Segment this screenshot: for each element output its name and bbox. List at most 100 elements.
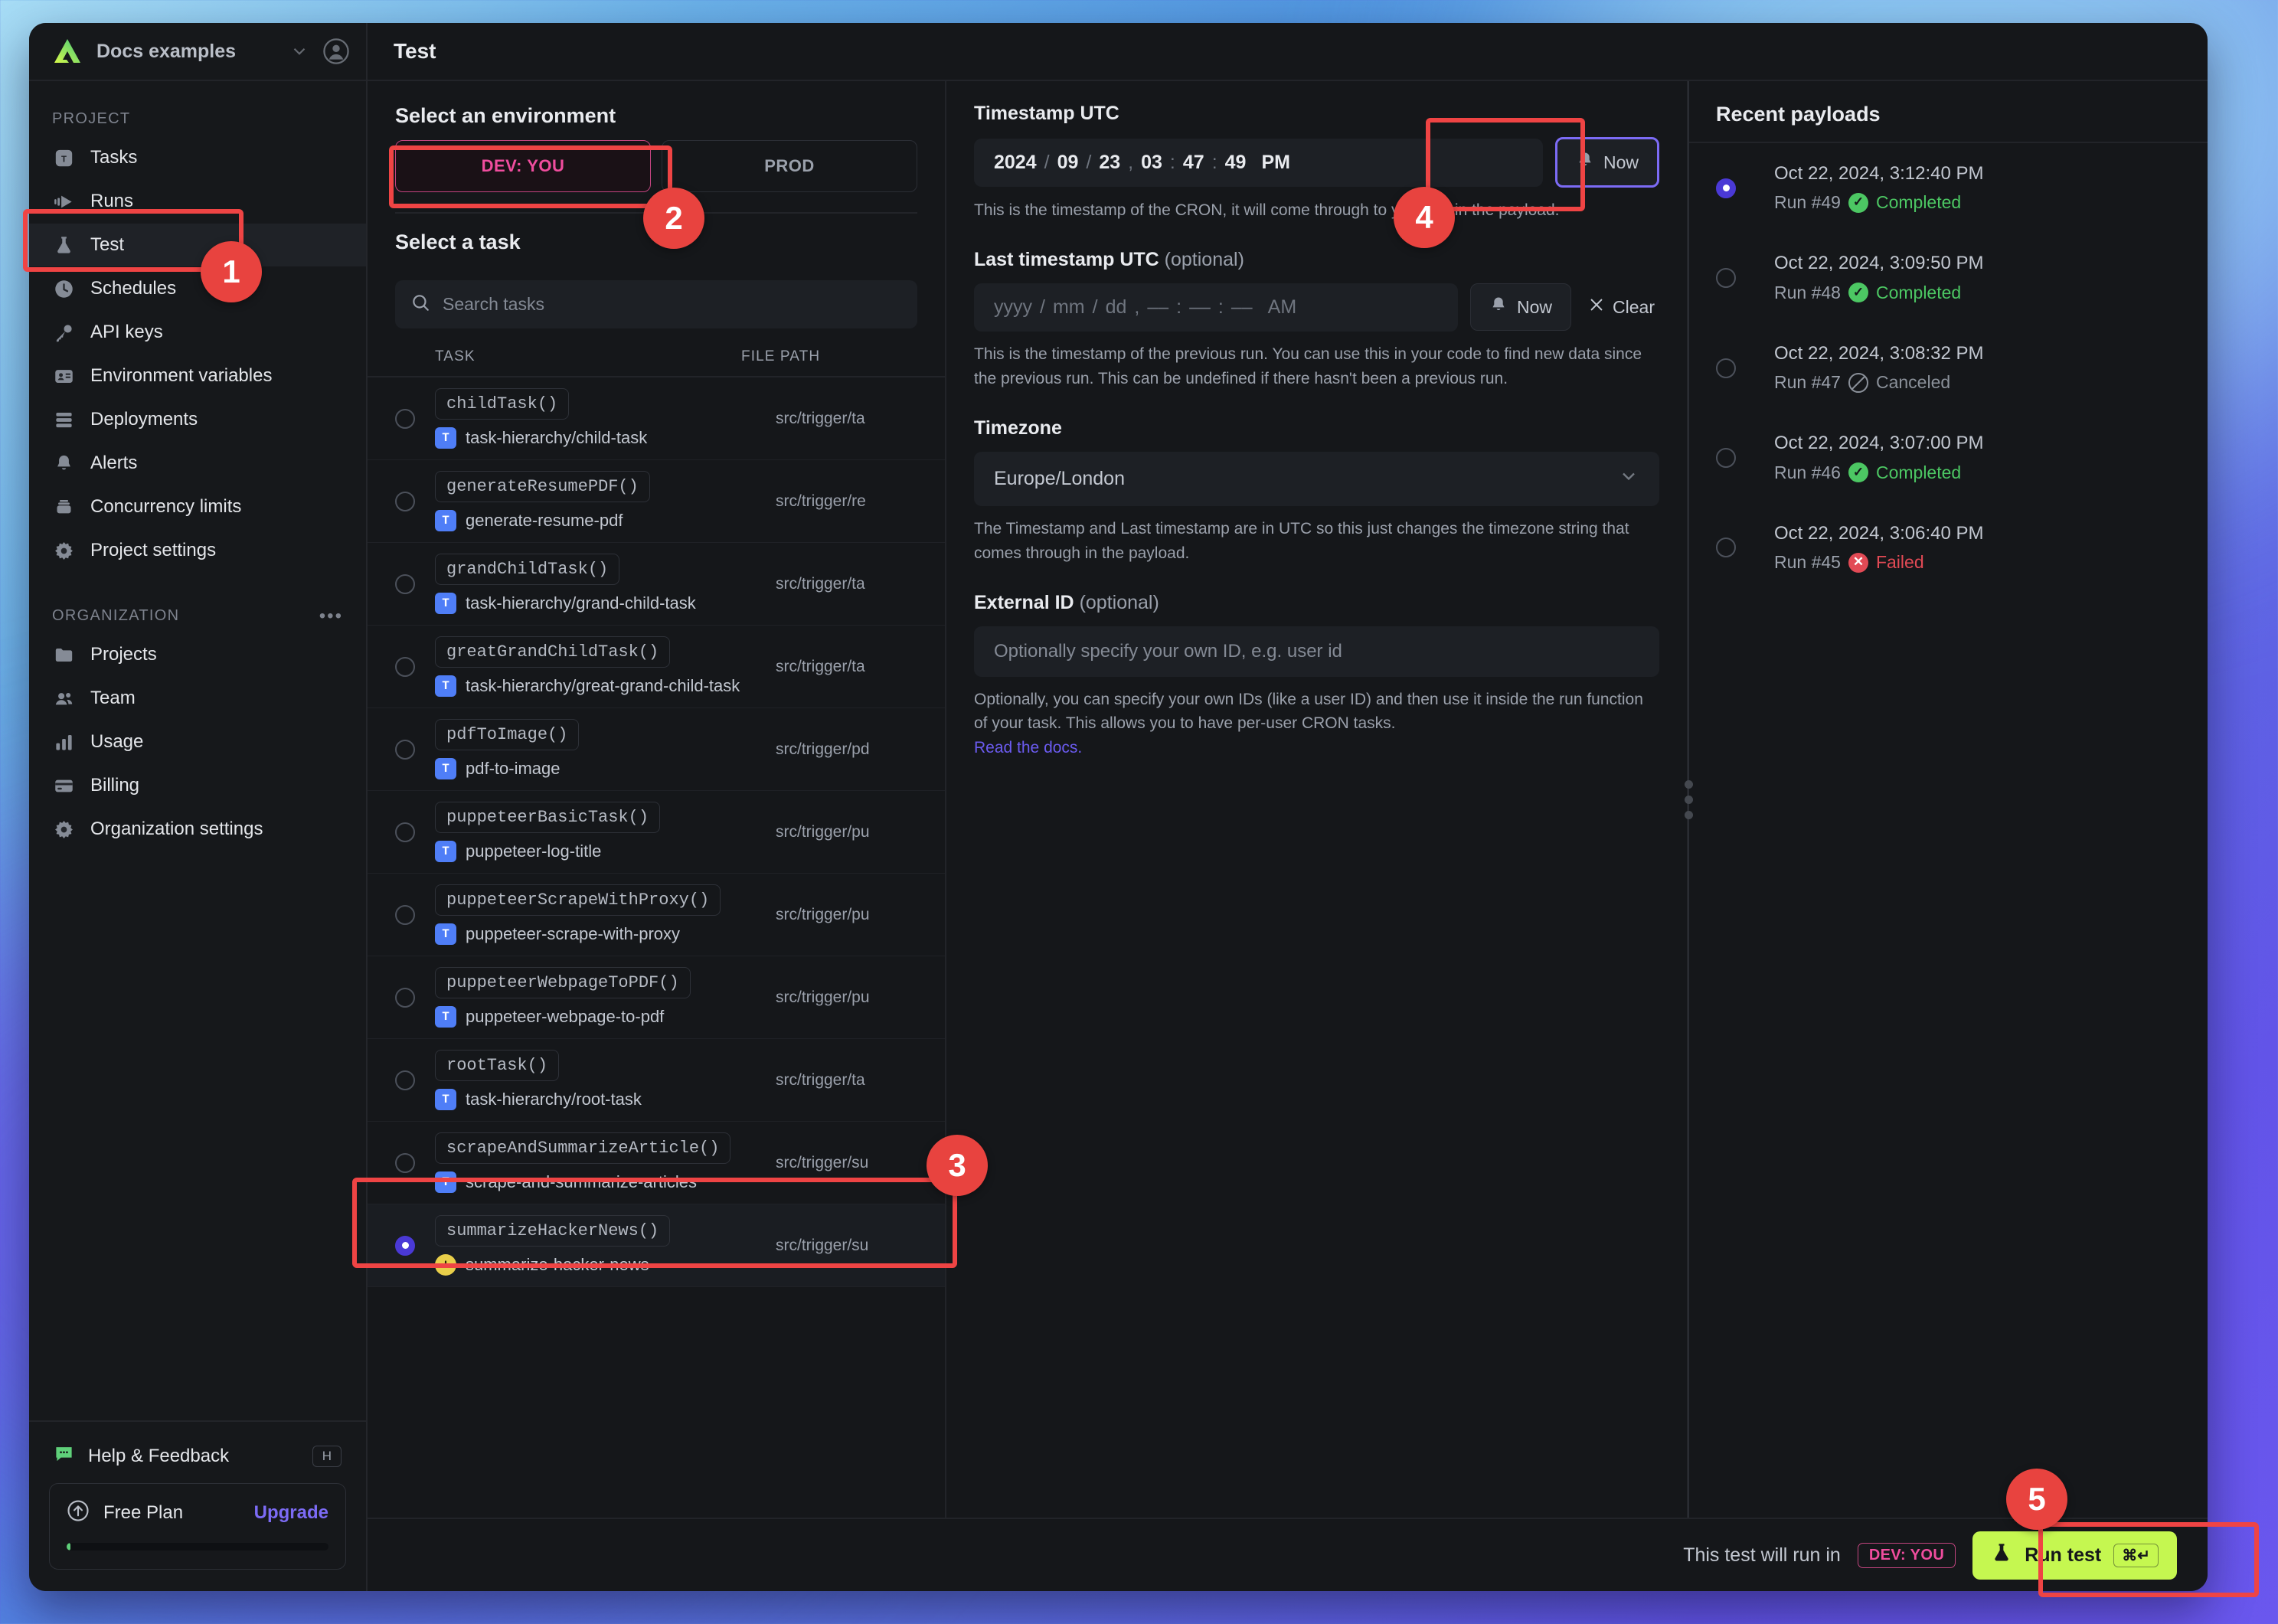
list-item[interactable]: Oct 22, 2024, 3:07:00 PM Run #46 ✓ Compl… [1688,413,2208,502]
timestamp-hour[interactable]: 03 [1141,152,1162,174]
run-test-shortcut: ⌘↵ [2113,1543,2159,1567]
annotation-badge-5: 5 [2006,1469,2067,1530]
list-item[interactable]: Oct 22, 2024, 3:09:50 PM Run #48 ✓ Compl… [1688,233,2208,322]
task-radio[interactable] [395,573,415,594]
last-timestamp-month[interactable]: mm [1053,296,1085,319]
timestamp-month[interactable]: 09 [1057,152,1079,174]
last-timestamp-clear-button[interactable]: Clear [1583,296,1659,318]
task-radio[interactable] [395,904,415,925]
table-row[interactable]: scrapeAndSummarizeArticle() T scrape-and… [368,1122,945,1204]
sidebar-item-projects[interactable]: Projects [29,633,366,676]
timestamp-second[interactable]: 49 [1225,152,1247,174]
last-timestamp-now-button[interactable]: Now [1470,283,1572,332]
search-tasks-box[interactable] [395,280,917,328]
task-radio[interactable] [395,491,415,511]
more-options-icon[interactable]: ••• [319,606,343,625]
sidebar-item-tasks[interactable]: T Tasks [29,136,366,179]
triggerdev-logo-icon [52,38,83,65]
list-item[interactable]: Oct 22, 2024, 3:08:32 PM Run #47 Cancele… [1688,323,2208,413]
table-row[interactable]: puppeteerWebpageToPDF() T puppeteer-webp… [368,956,945,1039]
sidebar-item-api-keys[interactable]: API keys [29,311,366,354]
last-timestamp-hour[interactable]: –– [1147,296,1168,319]
sidebar-item-alerts[interactable]: Alerts [29,442,366,485]
task-function-name: puppeteerBasicTask() [435,802,661,833]
panel-resize-handle[interactable] [1684,81,1693,1518]
sidebar-item-deployments[interactable]: Deployments [29,398,366,441]
task-slug: scrape-and-summarize-articles [466,1172,697,1191]
last-timestamp-minute[interactable]: –– [1189,296,1211,319]
payload-radio[interactable] [1716,358,1736,378]
sidebar-section-project-label: PROJECT [52,110,131,127]
payload-radio[interactable] [1716,268,1736,289]
task-radio[interactable] [395,408,415,429]
upgrade-link[interactable]: Upgrade [254,1502,328,1524]
payload-radio[interactable] [1716,448,1736,469]
sidebar-item-environment-variables[interactable]: Environment variables [29,355,366,397]
task-file-path: src/trigger/ta [776,657,865,675]
env-tab-prod[interactable]: PROD [662,140,917,192]
plan-card[interactable]: Free Plan Upgrade [49,1483,346,1570]
task-function-name: generateResumePDF() [435,471,650,502]
list-item[interactable]: Oct 22, 2024, 3:12:40 PM Run #49 ✓ Compl… [1688,143,2208,233]
task-radio[interactable] [395,1235,415,1256]
task-type-badge-icon: T [435,593,456,614]
list-item[interactable]: Oct 22, 2024, 3:06:40 PM Run #45 ✕ Faile… [1688,503,2208,593]
task-radio[interactable] [395,822,415,842]
sidebar-item-organization-settings[interactable]: Organization settings [29,808,366,851]
run-test-button[interactable]: Run test ⌘↵ [1972,1531,2177,1580]
task-function-name: greatGrandChildTask() [435,636,671,668]
table-row[interactable]: generateResumePDF() T generate-resume-pd… [368,460,945,543]
timestamp-minute[interactable]: 47 [1183,152,1204,174]
task-type-badge-icon: T [435,1089,456,1110]
sidebar-item-project-settings[interactable]: Project settings [29,529,366,572]
timestamp-meridiem[interactable]: PM [1261,152,1290,174]
task-radio[interactable] [395,656,415,677]
last-timestamp-day[interactable]: dd [1106,296,1127,319]
table-row[interactable]: puppeteerScrapeWithProxy() T puppeteer-s… [368,874,945,956]
sidebar-item-schedules[interactable]: Schedules [29,267,366,310]
table-row[interactable]: puppeteerBasicTask() T puppeteer-log-tit… [368,791,945,874]
sidebar-item-team[interactable]: Team [29,677,366,720]
table-row[interactable]: grandChildTask() T task-hierarchy/grand-… [368,543,945,626]
timezone-field-group: Timezone Europe/London The Timestamp and… [974,417,1659,566]
search-input[interactable] [443,294,902,315]
payload-radio[interactable] [1716,178,1736,198]
last-timestamp-year[interactable]: yyyy [994,296,1032,319]
task-function-name: scrapeAndSummarizeArticle() [435,1132,731,1164]
table-row[interactable]: childTask() T task-hierarchy/child-task … [368,377,945,460]
sidebar: Docs examples PROJECT T Tasks Runs Test … [29,23,368,1591]
sidebar-item-concurrency-limits[interactable]: Concurrency limits [29,485,366,528]
sidebar-item-runs[interactable]: Runs [29,180,366,223]
task-radio[interactable] [395,739,415,760]
task-radio[interactable] [395,1070,415,1090]
external-id-input[interactable] [974,626,1659,677]
last-timestamp-meridiem[interactable]: AM [1268,296,1297,319]
payload-radio[interactable] [1716,538,1736,558]
task-radio[interactable] [395,1152,415,1173]
timestamp-input[interactable]: 2024 / 09 / 23 , 03 : 47 : 49 PM [974,138,1543,187]
task-file-path: src/trigger/pu [776,822,870,841]
credit-card-icon [52,774,75,797]
timezone-select[interactable]: Europe/London [974,451,1659,506]
table-row[interactable]: pdfToImage() T pdf-to-image src/trigger/… [368,708,945,791]
env-tab-dev[interactable]: DEV: YOU [395,140,651,192]
read-the-docs-link[interactable]: Read the docs. [974,739,1082,756]
last-timestamp-second[interactable]: –– [1231,296,1253,319]
last-timestamp-input[interactable]: yyyy / mm / dd , –– : –– : –– AM [974,283,1459,332]
chevron-down-icon[interactable] [289,41,309,61]
timestamp-now-button[interactable]: Now [1554,137,1659,188]
sidebar-item-billing[interactable]: Billing [29,764,366,807]
sidebar-item-test[interactable]: Test [29,224,366,266]
avatar[interactable] [323,38,349,64]
table-row[interactable]: rootTask() T task-hierarchy/root-task sr… [368,1039,945,1122]
task-radio[interactable] [395,987,415,1008]
column-header-file-path: FILE PATH [741,348,821,364]
sidebar-item-usage[interactable]: Usage [29,721,366,763]
timestamp-year[interactable]: 2024 [994,152,1037,174]
table-row[interactable]: summarizeHackerNews() summarize-hacker-n… [368,1204,945,1287]
timestamp-day[interactable]: 23 [1099,152,1120,174]
help-and-feedback-button[interactable]: Help & Feedback H [49,1436,346,1483]
timestamp-field-group: Timestamp UTC 2024 / 09 / 23 , 03 : 47:… [974,103,1659,223]
table-row[interactable]: greatGrandChildTask() T task-hierarchy/g… [368,626,945,708]
org-switcher[interactable]: Docs examples [29,23,366,81]
